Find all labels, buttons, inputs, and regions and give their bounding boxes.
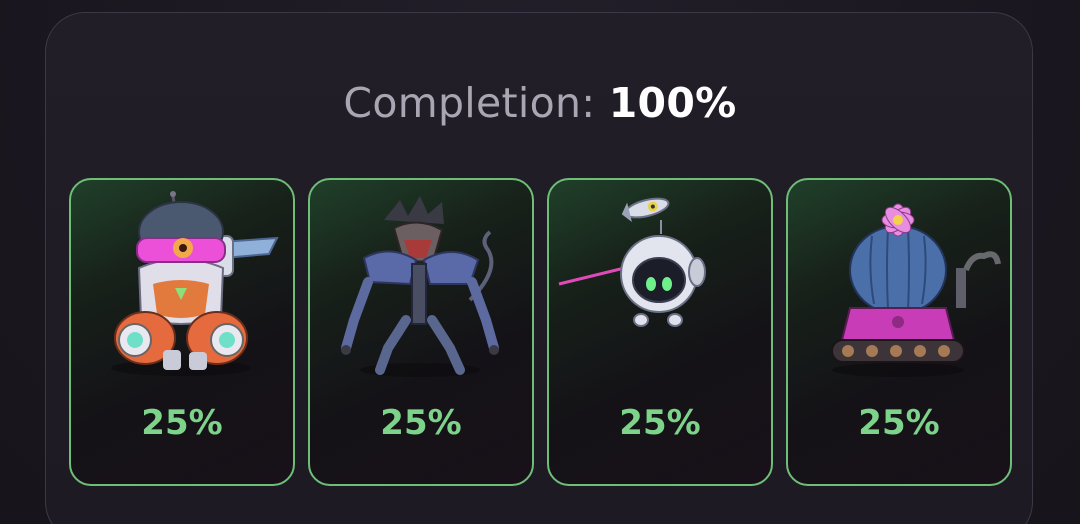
character-card-astronaut-mech[interactable]: 25% xyxy=(69,178,295,486)
card-percent: 25% xyxy=(619,403,701,443)
card-percent: 25% xyxy=(858,403,940,443)
stage: Completion: 100% 25% 25% 25% 25% xyxy=(0,0,1080,524)
completion-value: 100% xyxy=(608,79,737,127)
completion-header: Completion: 100% xyxy=(0,78,1080,128)
card-percent: 25% xyxy=(141,403,223,443)
character-card-orb-drone[interactable]: 25% xyxy=(547,178,773,486)
card-percent: 25% xyxy=(380,403,462,443)
character-card-cyber-werewolf[interactable]: 25% xyxy=(308,178,534,486)
cyber-werewolf-icon xyxy=(341,196,499,377)
cactus-tank-icon xyxy=(831,203,1001,377)
orb-drone-icon xyxy=(558,197,706,327)
character-card-cactus-tank[interactable]: 25% xyxy=(786,178,1012,486)
completion-label: Completion: xyxy=(343,79,596,127)
astronaut-mech-icon xyxy=(111,191,279,376)
